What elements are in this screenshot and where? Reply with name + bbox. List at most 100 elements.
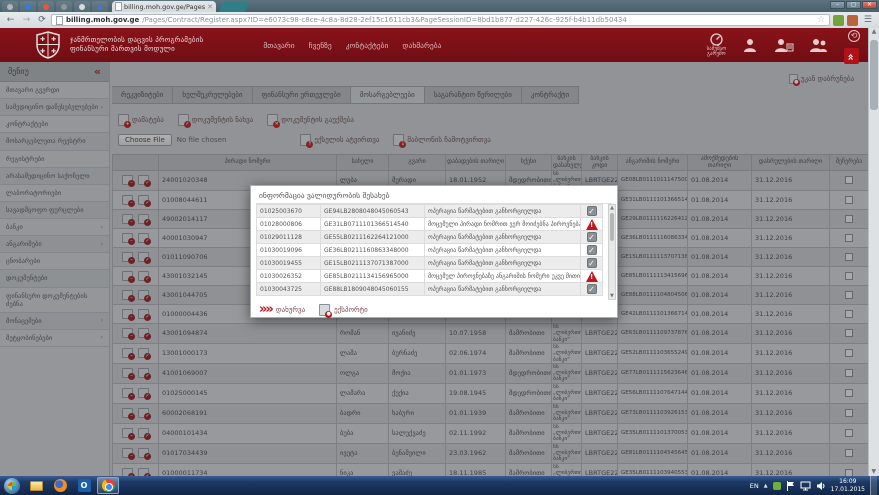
status-icon	[587, 232, 597, 242]
window-controls: – ▢ ✕	[830, 1, 877, 9]
status-icon	[586, 219, 598, 230]
taskbar-chrome[interactable]	[97, 477, 119, 494]
taskbar-clock[interactable]: 16:0917.01.2015	[831, 478, 865, 494]
reload-icon[interactable]: ⟳	[36, 15, 48, 25]
taskbar-outlook[interactable]: O	[73, 477, 95, 494]
status-icon	[587, 245, 597, 255]
tab-close-icon[interactable]: ✕	[207, 3, 213, 11]
modal-export-button[interactable]: ექსპორტი	[334, 306, 368, 314]
pinned-tab[interactable]	[20, 1, 36, 12]
user-list-icon[interactable]	[774, 38, 794, 52]
svg-text:✚: ✚	[51, 48, 56, 55]
validity-row: 01030019096 GE36LB0211160863348000 ოპერა…	[257, 244, 603, 257]
validity-cell-account: GE31LB0711101366514540	[321, 218, 425, 231]
pinned-tab[interactable]	[2, 1, 18, 12]
tab-title: billing.moh.gov.ge/Pages...	[124, 3, 205, 11]
extension-icon[interactable]	[847, 15, 858, 26]
close-button[interactable]: ✕	[862, 1, 877, 9]
workspace-switcher[interactable]: სამუშაოგარემო	[707, 33, 726, 58]
url-path: /Pages/Contract/Register.aspx?ID=e6073c9…	[142, 16, 814, 24]
bookmark-star-icon[interactable]: ☆	[817, 15, 825, 25]
site-title-line1: ჯანმრთელობის დაცვის პროგრამების	[70, 36, 203, 45]
ministry-logo-icon: ✚ ✚ ✚ ✚	[36, 31, 60, 59]
start-button[interactable]	[4, 478, 20, 494]
validity-cell-message: მოცემული პირადი ნომრით ვერ მოიძებნა პირო…	[425, 218, 581, 231]
volume-icon[interactable]	[816, 481, 826, 491]
gauge-icon	[710, 33, 723, 46]
windows-flag-icon	[8, 482, 16, 490]
favicon-icon	[43, 4, 49, 10]
browser-menu-icon[interactable]: ☰	[861, 15, 875, 25]
scroll-up-icon[interactable]: ▲	[609, 205, 615, 211]
continue-chevrons-icon[interactable]: »»	[259, 305, 272, 315]
profile-icon[interactable]	[742, 38, 758, 52]
system-tray: EN ▲ 16:0917.01.2015	[750, 476, 879, 495]
network-icon[interactable]	[800, 481, 811, 491]
maximize-button[interactable]: ▢	[846, 1, 861, 9]
taskbar-explorer[interactable]	[25, 477, 47, 494]
page-favicon-icon	[115, 2, 122, 11]
minimize-button[interactable]: –	[830, 1, 845, 9]
scrollbar-thumb[interactable]	[870, 40, 878, 110]
scroll-thumb[interactable]	[610, 213, 614, 241]
validity-table: 01025003670 GE94LB2808048045060543 ოპერა…	[256, 204, 603, 296]
users-group-icon[interactable]	[810, 38, 828, 52]
scrollbar-up-icon[interactable]: ▲	[869, 28, 879, 35]
scroll-down-icon[interactable]: ▼	[610, 293, 614, 299]
modal-title: ინფორმაცია ვალიდურობის შესახებ	[251, 186, 617, 203]
favicon-icon	[7, 4, 13, 10]
validity-row: 01030019455 GE15LB0211137071387000 ოპერა…	[257, 257, 603, 270]
header-nav-item[interactable]: მთავარი	[263, 41, 294, 50]
language-indicator[interactable]: EN	[750, 482, 759, 490]
validity-cell-account: GE36LB0211160863348000	[321, 244, 425, 257]
back-icon[interactable]: ←	[4, 14, 17, 27]
validity-row: 01030043725 GE88LB1809048045060155 ოპერა…	[257, 283, 603, 296]
validity-cell-id: 01029011128	[257, 231, 321, 244]
modal-scrollbar[interactable]: ▲ ▼	[608, 204, 616, 300]
header-nav-item[interactable]: დახმარება	[402, 41, 441, 50]
browser-tab-active[interactable]: billing.moh.gov.ge/Pages... ✕	[112, 1, 216, 12]
modal-footer: »» დახურვა ექსპორტი	[251, 299, 617, 321]
status-icon	[587, 258, 597, 268]
validity-cell-account: GE88LB1809048045060155	[321, 283, 425, 296]
validity-cell-message: მოცემულ პიროვნებაზე ანგარიშის ნომერი უკვ…	[425, 270, 581, 283]
pinned-tab[interactable]	[74, 1, 90, 12]
export-icon[interactable]	[319, 304, 330, 316]
favicon-icon	[79, 4, 85, 10]
scroll-to-top-button[interactable]: «	[844, 48, 859, 64]
pinned-tab[interactable]	[38, 1, 54, 12]
header-nav-item[interactable]: კონტაქტები	[346, 41, 389, 50]
validity-modal: ინფორმაცია ვალიდურობის შესახებ 010250036…	[250, 185, 618, 318]
pinned-tab[interactable]	[56, 1, 72, 12]
validity-cell-id: 01030019096	[257, 244, 321, 257]
pinned-tab[interactable]	[92, 1, 108, 12]
browser-tab-strip: billing.moh.gov.ge/Pages... ✕ – ▢ ✕	[0, 0, 879, 12]
validity-cell-account: GE55LB0211162264121000	[321, 231, 425, 244]
favicon-icon	[61, 4, 67, 10]
browser-scrollbar[interactable]: ▲ ▼	[868, 28, 879, 476]
site-title: ჯანმრთელობის დაცვის პროგრამების ფინანსურ…	[70, 36, 203, 54]
header-nav-item[interactable]: ჩვენზე	[309, 41, 332, 50]
validity-cell-id: 01030026352	[257, 270, 321, 283]
address-bar[interactable]: billing.moh.gov.ge /Pages/Contract/Regis…	[51, 14, 830, 26]
validity-cell-account: GE94LB2808048045060543	[321, 205, 425, 218]
logout-refresh-icon[interactable]: ⟲	[848, 30, 860, 42]
extension-icon[interactable]	[833, 15, 844, 26]
page-icon	[56, 16, 63, 25]
forward-icon[interactable]: →	[20, 14, 33, 27]
validity-table-body: 01025003670 GE94LB2808048045060543 ოპერა…	[257, 205, 603, 296]
hidden-icons-arrow[interactable]: ▲	[764, 483, 768, 489]
browser-toolbar: ← → ⟳ billing.moh.gov.ge /Pages/Contract…	[0, 12, 879, 28]
status-icon	[587, 284, 597, 294]
new-tab-button[interactable]	[219, 2, 250, 12]
modal-close-button[interactable]: დახურვა	[276, 306, 305, 314]
validity-row: 01030026352 GE85LB0211134156965000 მოცემ…	[257, 270, 603, 283]
validity-row: 01029011128 GE55LB0211162264121000 ოპერა…	[257, 231, 603, 244]
scrollbar-down-icon[interactable]: ▼	[872, 468, 877, 475]
antivirus-tray-icon[interactable]	[773, 482, 781, 490]
action-center-flag-icon[interactable]	[786, 481, 795, 491]
taskbar-firefox[interactable]	[49, 477, 71, 494]
site-title-line2: ფინანსური მართვის მოდული	[70, 45, 203, 54]
show-desktop-button[interactable]	[870, 476, 877, 495]
status-icon	[586, 271, 598, 282]
